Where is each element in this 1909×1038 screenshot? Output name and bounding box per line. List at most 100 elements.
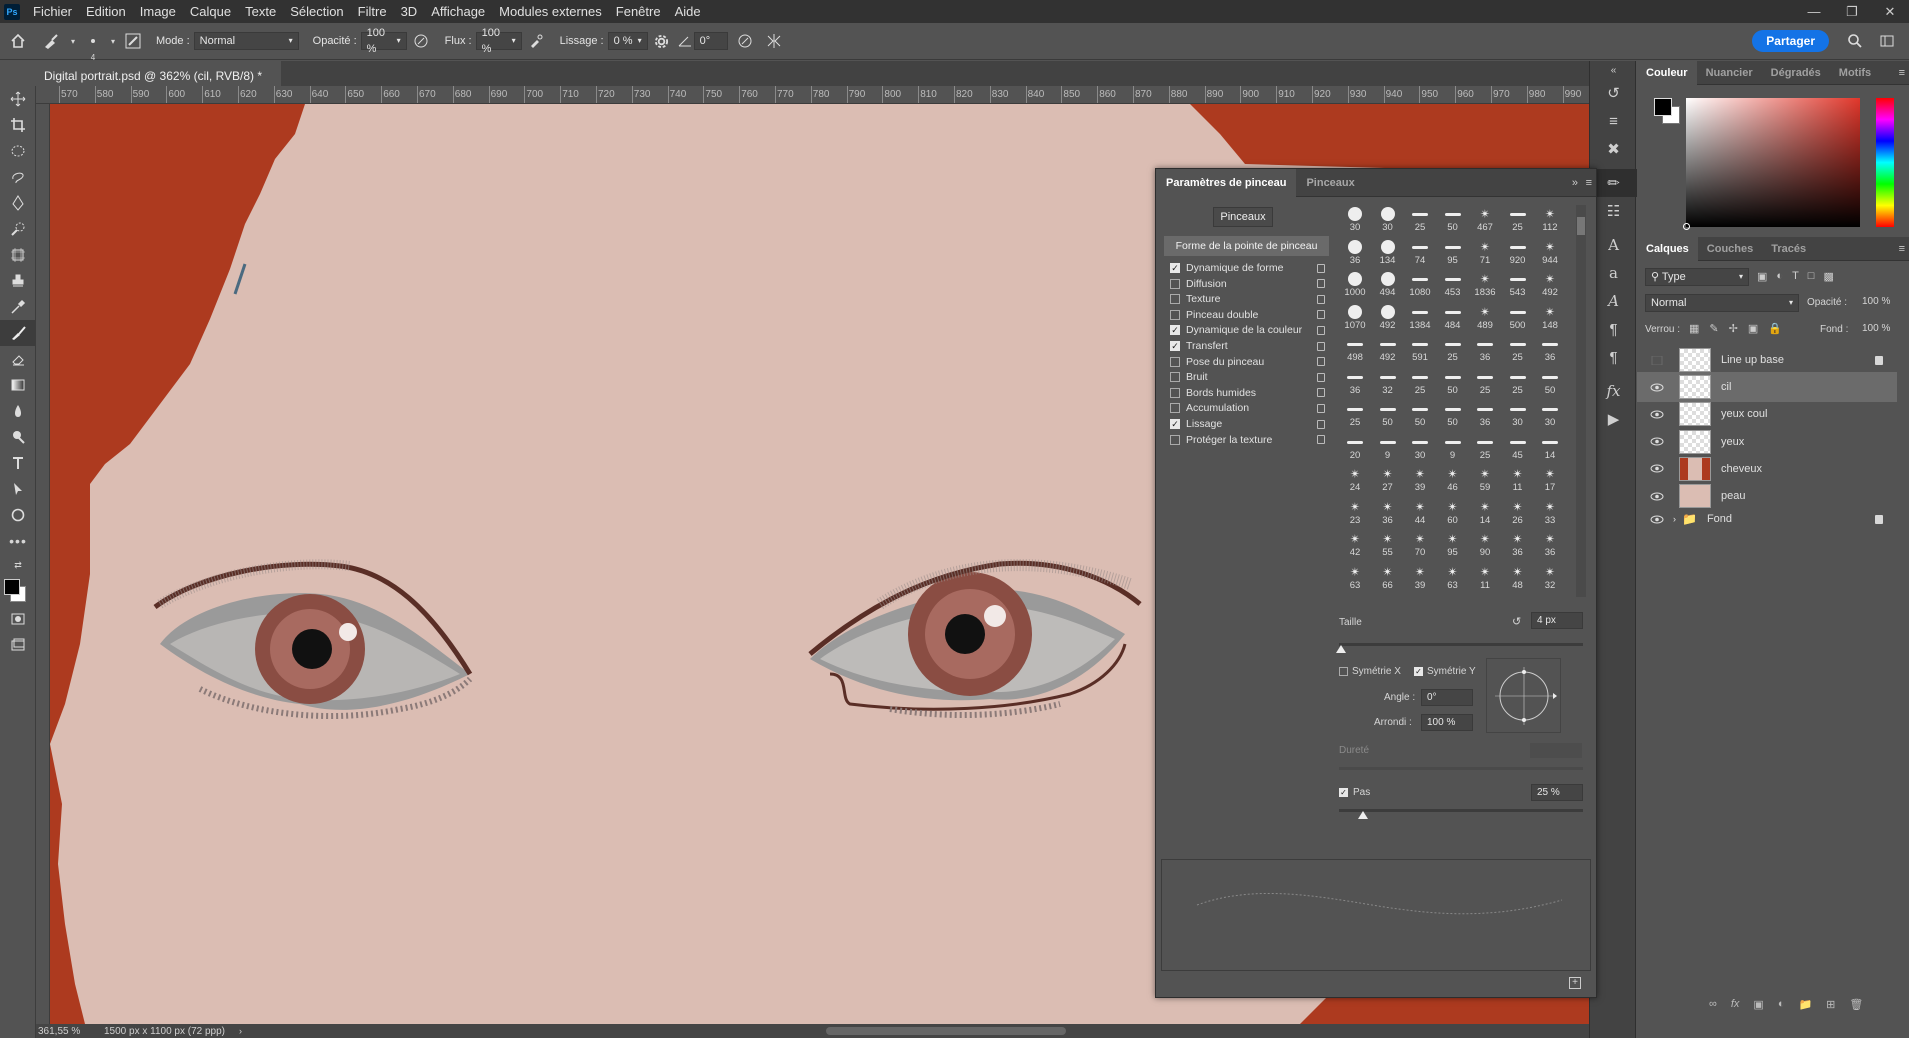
eye-icon[interactable] <box>1649 464 1665 474</box>
brush-option-checkbox[interactable]: ✓ <box>1170 419 1180 429</box>
lock-icon[interactable] <box>1317 325 1325 335</box>
shape-filter-icon[interactable]: □ <box>1808 270 1815 283</box>
layer-row[interactable]: › 📁 Fond <box>1637 508 1897 530</box>
size-field[interactable]: 4 px <box>1531 612 1583 629</box>
clone-source-icon[interactable]: ☷ <box>1590 197 1637 225</box>
brush-option-checkbox[interactable]: ✓ <box>1170 263 1180 273</box>
pressure-size-icon[interactable] <box>728 33 762 49</box>
tab-traces[interactable]: Tracés <box>1762 237 1815 261</box>
symmetry-x-option[interactable]: Symétrie X <box>1339 666 1401 677</box>
menu-fenetre[interactable]: Fenêtre <box>609 0 668 23</box>
type-tool-icon[interactable] <box>0 450 36 476</box>
foreground-color-swatch[interactable] <box>1654 98 1672 116</box>
brush-option-checkbox[interactable] <box>1170 387 1180 398</box>
actions-play-icon[interactable]: ▶ <box>1590 405 1637 433</box>
hidden-eye-icon[interactable] <box>1649 355 1665 365</box>
dodge-tool-icon[interactable] <box>0 424 36 450</box>
size-slider-knob[interactable] <box>1336 645 1347 653</box>
tab-degrades[interactable]: Dégradés <box>1762 61 1830 85</box>
spacing-option[interactable]: ✓ Pas <box>1339 787 1370 798</box>
lock-icon[interactable] <box>1317 357 1325 367</box>
quick-mask-icon[interactable] <box>0 606 36 632</box>
glyphs-icon[interactable]: A <box>1590 287 1637 315</box>
tab-motifs[interactable]: Motifs <box>1830 61 1880 85</box>
pixel-filter-icon[interactable]: ▣ <box>1757 270 1767 283</box>
lock-paint-icon[interactable]: ✎ <box>1709 322 1718 335</box>
brush-option-checkbox[interactable] <box>1170 356 1180 367</box>
angle-field[interactable]: 0° <box>693 32 728 50</box>
home-icon[interactable] <box>0 33 36 49</box>
layer-opacity-field[interactable]: 100 % <box>1859 294 1893 312</box>
brush-option-checkbox[interactable] <box>1170 403 1180 414</box>
brush-size-picker[interactable]: 4 <box>80 39 106 62</box>
eraser-icon[interactable] <box>0 346 36 372</box>
adjustment-layer-icon[interactable]: ◐ <box>1778 998 1785 1011</box>
brush-option-checkbox[interactable]: ✓ <box>1170 325 1180 336</box>
ellipse-select-icon[interactable] <box>0 138 36 164</box>
foreground-color-swatch[interactable] <box>4 579 20 595</box>
pressure-opacity-icon[interactable] <box>407 33 435 49</box>
layer-row[interactable]: yeux <box>1637 427 1897 457</box>
spacing-slider-knob[interactable] <box>1358 811 1369 819</box>
add-mask-icon[interactable]: ▣ <box>1753 998 1763 1011</box>
more-tools-icon[interactable]: ••• <box>0 528 36 554</box>
eye-icon[interactable] <box>1649 382 1665 392</box>
brush-panel-toggle-icon[interactable] <box>120 33 146 49</box>
eye-icon[interactable] <box>1649 514 1665 524</box>
fill-field[interactable]: 100 % <box>1859 321 1893 336</box>
tools-icon[interactable]: ✖ <box>1590 135 1637 163</box>
crop-tool-icon[interactable] <box>0 112 36 138</box>
link-layers-icon[interactable]: ∞ <box>1709 998 1717 1011</box>
panel-menu-icon[interactable]: ≡ <box>1899 67 1905 79</box>
opacity-field[interactable]: 100 % ▾ <box>360 27 407 55</box>
layer-row[interactable]: cheveux <box>1637 454 1897 484</box>
minimize-icon[interactable]: — <box>1795 0 1833 23</box>
adjustment-filter-icon[interactable]: ◐ <box>1776 270 1783 283</box>
layer-row[interactable]: peau <box>1637 481 1897 511</box>
eye-icon[interactable] <box>1649 409 1665 419</box>
menu-texte[interactable]: Texte <box>238 0 283 23</box>
tab-calques[interactable]: Calques <box>1637 236 1698 261</box>
menu-aide[interactable]: Aide <box>668 0 708 23</box>
swap-colors-icon[interactable]: ⇄ <box>0 554 36 576</box>
layer-filter-select[interactable]: ⚲ Type ▾ <box>1645 268 1749 286</box>
gradient-tool-icon[interactable] <box>0 372 36 398</box>
menu-selection[interactable]: Sélection <box>283 0 350 23</box>
brush-option-checkbox[interactable] <box>1170 294 1180 305</box>
new-brush-icon[interactable]: + <box>1569 977 1581 989</box>
panel-menu-icon[interactable]: ≡ <box>1899 243 1905 255</box>
symmetry-y-option[interactable]: ✓ Symétrie Y <box>1414 666 1476 677</box>
eyedropper-icon[interactable] <box>0 294 36 320</box>
menu-filtre[interactable]: Filtre <box>351 0 394 23</box>
brush-angle-widget[interactable] <box>1486 658 1561 733</box>
fx-icon[interactable]: fx <box>1590 377 1637 405</box>
lock-icon[interactable] <box>1317 263 1325 273</box>
brush-tip-shape-item[interactable]: Forme de la pointe de pinceau <box>1164 236 1329 256</box>
reset-size-icon[interactable]: ↺ <box>1512 615 1521 628</box>
stamp-tool-icon[interactable] <box>0 268 36 294</box>
layer-row[interactable]: yeux coul <box>1637 399 1897 429</box>
brush-option-row[interactable]: Protéger la texture <box>1164 431 1329 449</box>
brush-option-checkbox[interactable] <box>1170 309 1180 320</box>
menu-image[interactable]: Image <box>133 0 183 23</box>
pen-tool-icon[interactable] <box>0 190 36 216</box>
color-swatches[interactable] <box>1654 98 1680 124</box>
zoom-level[interactable]: 361,55 % <box>38 1026 88 1037</box>
lock-transparency-icon[interactable]: ▦ <box>1689 322 1699 335</box>
spacing-slider[interactable] <box>1339 809 1583 812</box>
symmetry-icon[interactable] <box>762 33 786 49</box>
blur-tool-icon[interactable] <box>0 398 36 424</box>
new-group-icon[interactable]: 📁 <box>1798 998 1812 1011</box>
color-picker-marker[interactable] <box>1683 223 1690 230</box>
roundness-field[interactable]: 100 % <box>1421 714 1473 731</box>
tab-couches[interactable]: Couches <box>1698 237 1762 261</box>
lock-icon[interactable] <box>1317 403 1325 413</box>
flow-field[interactable]: 100 % ▾ <box>475 27 522 55</box>
brush-option-checkbox[interactable] <box>1170 372 1180 383</box>
chevron-down-icon[interactable]: ▾ <box>66 37 80 46</box>
restore-icon[interactable]: ❐ <box>1833 0 1871 23</box>
smart-object-filter-icon[interactable]: ▩ <box>1823 270 1833 283</box>
tab-brush-settings[interactable]: Paramètres de pinceau <box>1156 168 1297 197</box>
adjustments-icon[interactable]: ≡ <box>1590 107 1637 135</box>
brush-settings-icon[interactable]: ✏ <box>1590 169 1637 197</box>
